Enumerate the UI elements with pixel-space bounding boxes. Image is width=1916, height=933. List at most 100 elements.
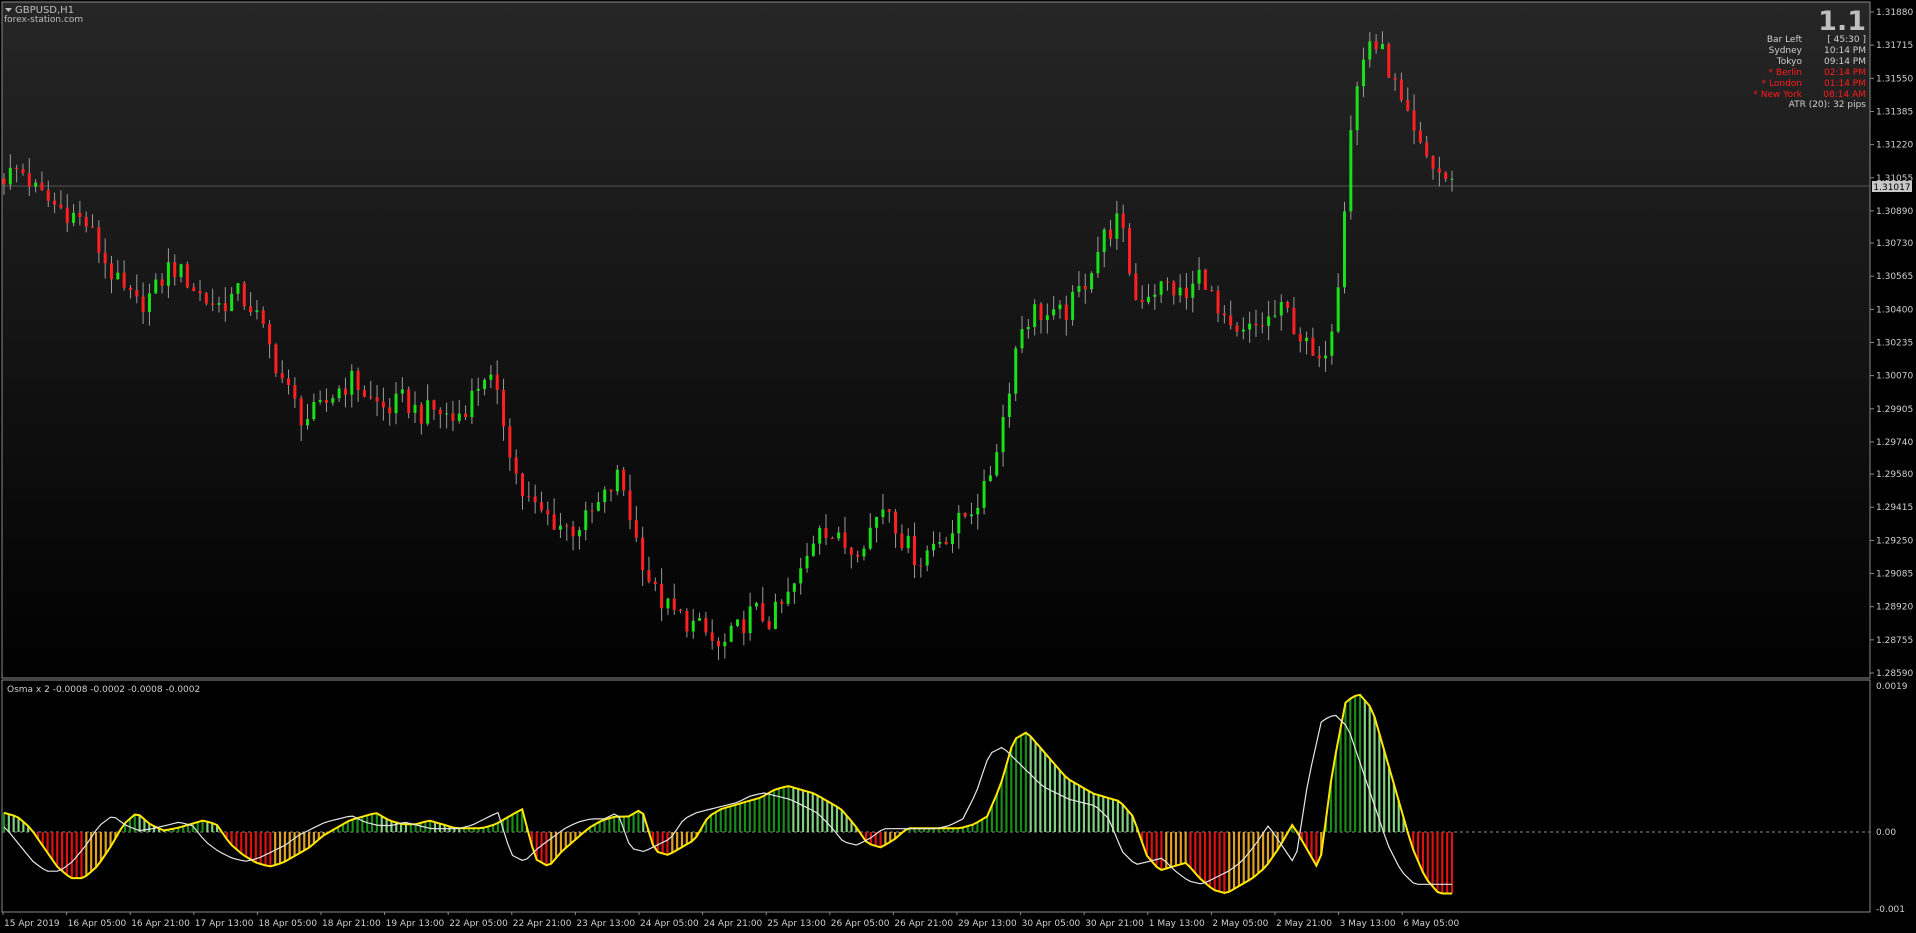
time-tick-label: 6 May 05:00 [1403, 919, 1459, 929]
candle-body [1368, 41, 1372, 60]
candle-body [1083, 286, 1087, 290]
candle-body [59, 204, 63, 208]
candle-body [173, 262, 177, 278]
candle-body [1058, 304, 1062, 310]
spread-value: 1.1 [1818, 6, 1866, 37]
candle-body [223, 303, 227, 312]
time-tick-label: 17 Apr 13:00 [195, 919, 254, 929]
candle-body [539, 502, 543, 511]
candle-body [1260, 325, 1264, 327]
candle-body [710, 632, 714, 641]
candle-body [1292, 307, 1296, 335]
session-label: * New York [1753, 90, 1802, 100]
osma-axis: 0.0019 0.00 -0.001 [1876, 682, 1908, 915]
candle-body [166, 262, 170, 286]
candle-body [773, 601, 777, 629]
candle-body [1444, 172, 1448, 180]
price-window [1, 1, 1871, 679]
candle-body [457, 413, 461, 421]
candle-body [21, 169, 25, 174]
time-tick-label: 23 Apr 13:00 [576, 919, 635, 929]
candle-body [799, 568, 803, 584]
price-tick-label: 1.30235 [1876, 339, 1913, 349]
candle-body [925, 550, 929, 566]
candle-body [211, 303, 215, 305]
candle-body [982, 480, 986, 508]
candle-body [268, 323, 272, 345]
candle-body [1273, 315, 1277, 317]
time-tick-label: 19 Apr 13:00 [386, 919, 445, 929]
candle-body [590, 510, 594, 512]
candle-body [520, 473, 524, 497]
candle-body [1222, 313, 1226, 316]
candle-body [1071, 291, 1075, 320]
candle-body [1102, 229, 1106, 253]
candle-body [1178, 287, 1182, 296]
candle-body [1355, 86, 1359, 131]
time-tick-label: 16 Apr 21:00 [131, 919, 190, 929]
candle-body [584, 510, 588, 531]
candle-body [1039, 304, 1043, 320]
candle-body [571, 526, 575, 537]
candle-body [84, 216, 88, 227]
candle-body [906, 535, 910, 549]
session-label: Bar Left [1767, 35, 1803, 45]
candle-body [72, 212, 76, 223]
candle-body [154, 279, 158, 294]
candle-body [729, 625, 733, 642]
current-price-label: 1.31017 [1873, 183, 1910, 193]
candle-body [1165, 281, 1169, 283]
time-tick-label: 2 May 21:00 [1276, 919, 1332, 929]
candle-body [552, 514, 556, 530]
candle-body [116, 272, 120, 280]
candle-body [950, 533, 954, 545]
candle-body [1140, 299, 1144, 303]
session-value: 09:14 PM [1824, 57, 1866, 67]
time-tick-label: 22 Apr 05:00 [449, 919, 508, 929]
candle-body [1203, 269, 1207, 290]
candle-body [881, 509, 885, 517]
candle-body [1184, 287, 1188, 298]
candle-body [932, 543, 936, 551]
candle-body [230, 293, 234, 312]
candle-body [381, 401, 385, 408]
time-tick-label: 30 Apr 05:00 [1022, 919, 1081, 929]
candle-body [15, 167, 19, 170]
candle-body [91, 226, 95, 228]
candle-body [634, 520, 638, 538]
price-tick-label: 1.31220 [1876, 141, 1913, 151]
price-tick-label: 1.30890 [1876, 207, 1913, 217]
candle-body [464, 413, 468, 418]
candle-body [1096, 252, 1100, 274]
candle-body [1216, 290, 1220, 314]
candle-body [1374, 41, 1378, 50]
candle-body [1007, 393, 1011, 417]
candle-body [1026, 327, 1030, 330]
candle-body [1380, 44, 1384, 50]
candle-body [641, 537, 645, 571]
chart-canvas: 1.31880 1.31715 1.31550 1.31385 1.31220 1.310… [1, 1, 1915, 929]
candle-body [249, 306, 253, 313]
candle-body [717, 640, 721, 647]
candle-body [527, 496, 531, 498]
session-value: 02:14 PM [1824, 68, 1866, 78]
candle-body [419, 404, 423, 424]
candle-body [1014, 348, 1018, 394]
candle-body [577, 530, 581, 537]
candle-body [1431, 156, 1435, 169]
time-axis: 15 Apr 2019 16 Apr 05:00 16 Apr 21:00 17 Ap… [2, 912, 1459, 929]
candle-body [558, 525, 562, 530]
time-tick-label: 3 May 13:00 [1340, 919, 1396, 929]
candle-body [1406, 100, 1410, 111]
candle-body [628, 490, 632, 521]
candle-body [609, 489, 613, 492]
session-value: 08:14 AM [1823, 90, 1866, 100]
candle-body [976, 507, 980, 515]
candle-body [1349, 130, 1353, 212]
candle-body [1229, 315, 1233, 326]
candle-body [34, 182, 38, 187]
candle-body [356, 370, 360, 391]
candle-body [837, 532, 841, 539]
session-label: * London [1762, 79, 1802, 89]
candle-body [1254, 323, 1258, 326]
